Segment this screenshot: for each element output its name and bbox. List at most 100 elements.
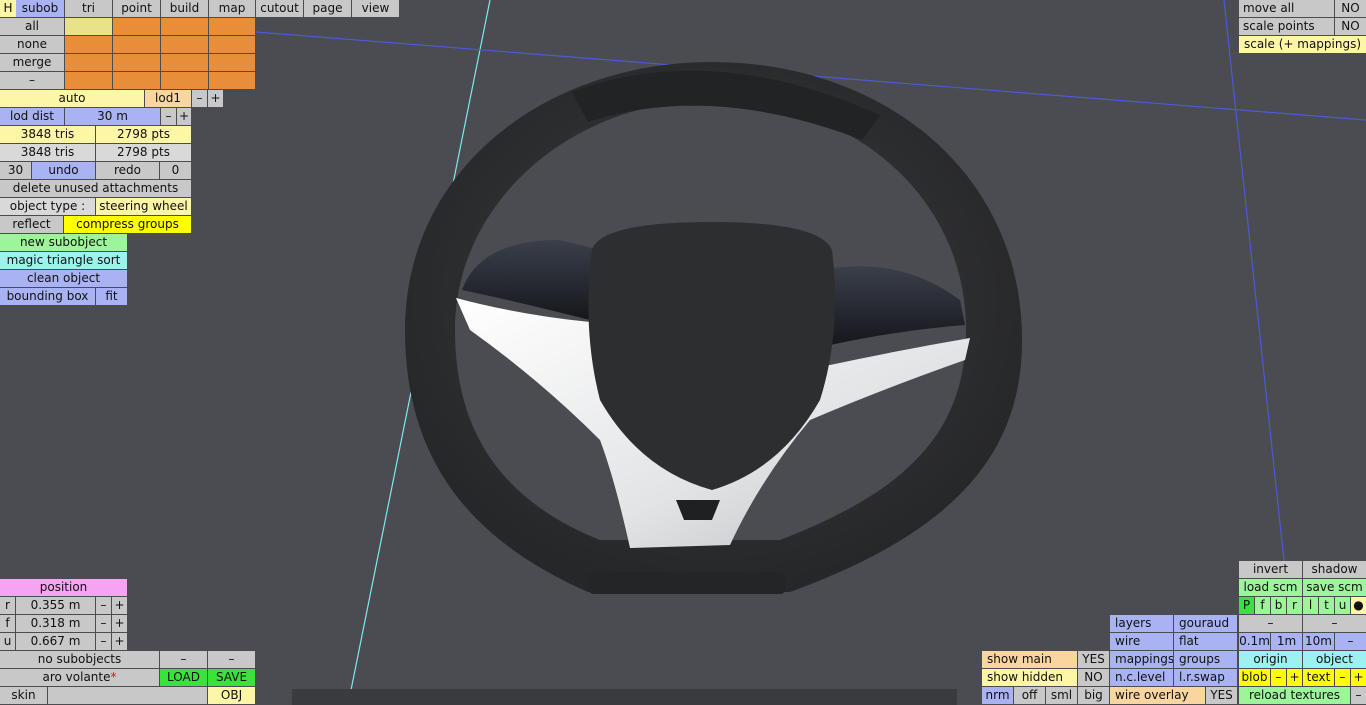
model-name[interactable]: aro volante* [0,669,159,686]
menu-page[interactable]: page [304,0,351,17]
skin-field[interactable] [48,687,207,704]
load-button[interactable]: LOAD [160,669,207,686]
view-p-button[interactable]: P [1239,597,1254,614]
subob-all[interactable]: all [0,18,64,35]
fit-button[interactable]: fit [96,288,127,305]
menu-cutout[interactable]: cutout [256,0,303,17]
nc-level-button[interactable]: n.c.level [1110,669,1173,686]
subob-slot[interactable] [65,36,112,53]
clean-object-button[interactable]: clean object [0,270,127,287]
subob-slot[interactable] [113,36,160,53]
wire-overlay-toggle[interactable]: YES [1206,687,1237,704]
position-r-minus[interactable]: – [96,597,111,614]
object-type-value[interactable]: steering wheel [96,198,191,215]
subob-slot[interactable] [161,54,208,71]
view-r-button[interactable]: r [1287,597,1302,614]
step-minus-left[interactable]: – [1239,615,1302,632]
lod-plus-button[interactable]: + [208,90,223,107]
subob-none[interactable]: none [0,36,64,53]
step-0-1m-button[interactable]: 0.1m [1239,633,1270,650]
obj-button[interactable]: OBJ [208,687,255,704]
subob-slot[interactable] [113,18,160,35]
menu-h[interactable]: H [0,0,16,17]
undo-button[interactable]: undo [32,162,95,179]
show-hidden-toggle[interactable]: NO [1078,669,1109,686]
lod1-button[interactable]: lod1 [145,90,191,107]
lod-auto-button[interactable]: auto [0,90,144,107]
lod-dist-plus[interactable]: + [177,108,191,125]
scale-mappings-button[interactable]: scale (+ mappings) [1239,36,1366,53]
scale-points-toggle[interactable]: NO [1335,18,1366,35]
menu-view[interactable]: view [352,0,399,17]
subobject-minus-1[interactable]: – [160,651,207,668]
wire-button[interactable]: wire [1110,633,1173,650]
subob-slot[interactable] [113,54,160,71]
view-t-button[interactable]: t [1319,597,1334,614]
magic-triangle-sort-button[interactable]: magic triangle sort [0,252,127,269]
menu-tri[interactable]: tri [65,0,112,17]
text-minus[interactable]: – [1335,669,1350,686]
invert-button[interactable]: invert [1239,561,1302,578]
lod-dist-minus[interactable]: – [161,108,176,125]
show-hidden-button[interactable]: show hidden [982,669,1077,686]
move-all-button[interactable]: move all [1239,0,1334,17]
subob-slot[interactable] [161,18,208,35]
move-all-toggle[interactable]: NO [1335,0,1366,17]
mappings-button[interactable]: mappings [1110,651,1173,668]
flat-button[interactable]: flat [1174,633,1237,650]
save-scm-button[interactable]: save scm [1303,579,1366,596]
subob-slot[interactable] [65,54,112,71]
reload-textures-button[interactable]: reload textures [1239,687,1350,704]
blob-button[interactable]: blob [1239,669,1270,686]
size-big-button[interactable]: big [1078,687,1109,704]
position-u-value[interactable]: 0.667 m [16,633,95,650]
subob-slot[interactable] [65,18,112,35]
step-10m-button[interactable]: 10m [1303,633,1334,650]
subob-slot[interactable] [65,72,112,89]
subob-slot[interactable] [113,72,160,89]
load-scm-button[interactable]: load scm [1239,579,1302,596]
blob-minus[interactable]: – [1271,669,1286,686]
subob-slot[interactable] [161,36,208,53]
subobject-minus-2[interactable]: – [208,651,255,668]
layers-button[interactable]: layers [1110,615,1173,632]
shadow-button[interactable]: shadow [1303,561,1366,578]
subob-slot[interactable] [209,72,255,89]
new-subobject-button[interactable]: new subobject [0,234,127,251]
blob-plus[interactable]: + [1287,669,1302,686]
show-main-button[interactable]: show main [982,651,1077,668]
show-main-toggle[interactable]: YES [1078,651,1109,668]
subob-merge[interactable]: merge [0,54,64,71]
subob-slot[interactable] [209,18,255,35]
position-f-plus[interactable]: + [112,615,127,632]
subob-slot[interactable] [209,54,255,71]
size-nrm-button[interactable]: nrm [982,687,1013,704]
lod-minus-button[interactable]: – [192,90,207,107]
delete-unused-attachments-button[interactable]: delete unused attachments [0,180,191,197]
origin-button[interactable]: origin [1239,651,1302,668]
view-f-button[interactable]: f [1255,597,1270,614]
scale-points-button[interactable]: scale points [1239,18,1334,35]
view-u-button[interactable]: u [1335,597,1350,614]
position-f-minus[interactable]: – [96,615,111,632]
view-dot-button[interactable]: ● [1351,597,1366,614]
redo-button[interactable]: redo [96,162,159,179]
size-sml-button[interactable]: sml [1046,687,1077,704]
subob-slot[interactable] [161,72,208,89]
reload-minus[interactable]: – [1351,687,1366,704]
size-off-button[interactable]: off [1014,687,1045,704]
position-f-value[interactable]: 0.318 m [16,615,95,632]
reflect-button[interactable]: reflect [0,216,63,233]
groups-button[interactable]: groups [1174,651,1237,668]
bounding-box-button[interactable]: bounding box [0,288,95,305]
menu-point[interactable]: point [113,0,160,17]
save-button[interactable]: SAVE [208,669,255,686]
menu-subob[interactable]: subob [16,0,64,17]
step-1m-button[interactable]: 1m [1271,633,1302,650]
view-b-button[interactable]: b [1271,597,1286,614]
view-l-button[interactable]: l [1303,597,1318,614]
position-r-plus[interactable]: + [112,597,127,614]
object-button[interactable]: object [1303,651,1366,668]
position-u-plus[interactable]: + [112,633,127,650]
position-u-minus[interactable]: – [96,633,111,650]
